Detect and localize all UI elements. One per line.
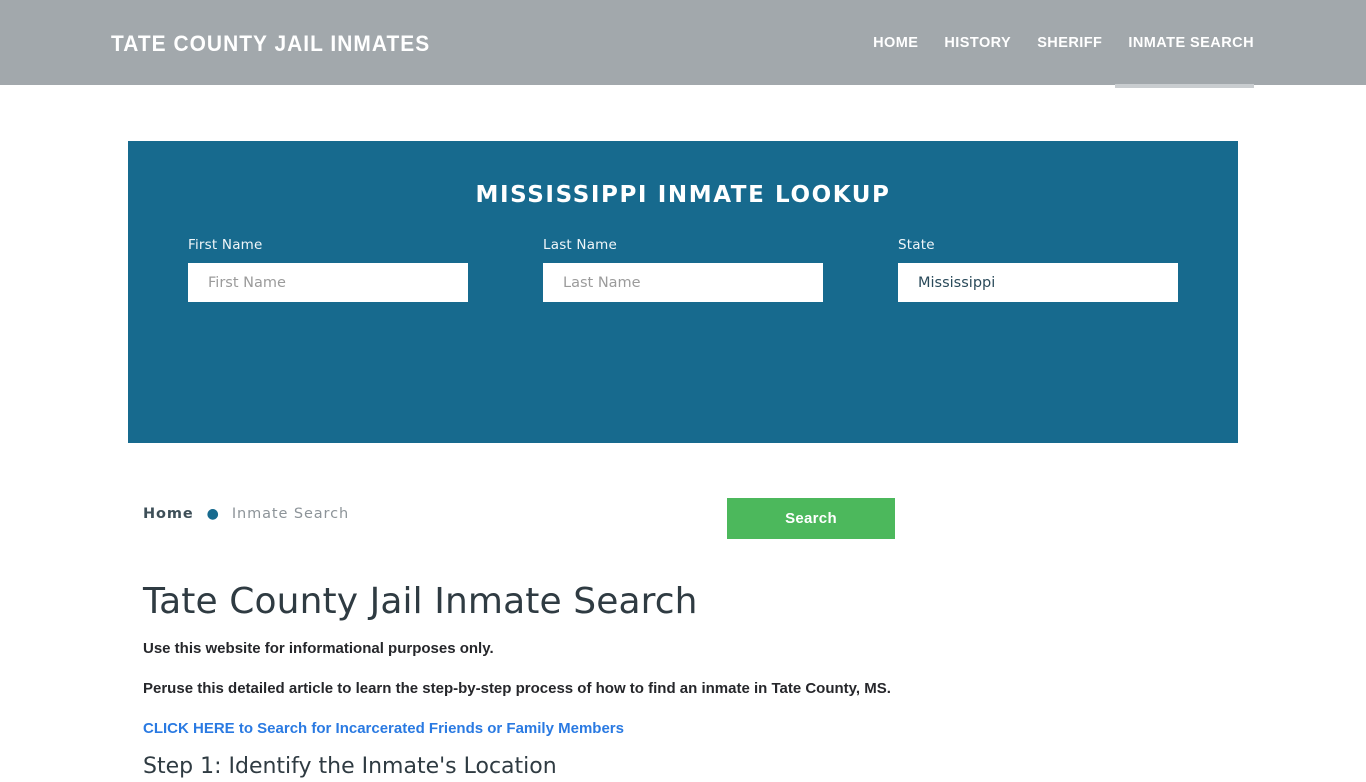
site-header: Tate County Jail Inmates Home History Sh… [0, 0, 1366, 88]
last-name-field-group: Last Name [543, 236, 823, 302]
breadcrumb-home-link[interactable]: Home [143, 506, 194, 522]
main-navigation: Home History Sheriff Inmate Search [860, 0, 1254, 88]
search-button[interactable]: Search [727, 498, 895, 539]
inmate-lookup-panel: Mississippi Inmate Lookup First Name Las… [128, 141, 1238, 539]
inmate-search-cta-link[interactable]: CLICK HERE to Search for Incarcerated Fr… [143, 718, 624, 740]
first-name-field-group: First Name [188, 236, 468, 302]
nav-item-history[interactable]: History [931, 0, 1024, 85]
nav-item-inmate-search[interactable]: Inmate Search [1115, 0, 1254, 88]
first-name-input[interactable] [188, 263, 468, 302]
intro-paragraph-2: Peruse this detailed article to learn th… [143, 680, 891, 697]
state-input[interactable] [898, 263, 1178, 302]
page-title: Tate County Jail Inmate Search [143, 581, 698, 622]
site-logo-text[interactable]: Tate County Jail Inmates [111, 30, 430, 58]
breadcrumb: Home ● Inmate Search [143, 506, 349, 522]
breadcrumb-current-page: Inmate Search [231, 506, 350, 522]
state-field-group: State [898, 236, 1178, 302]
nav-item-home[interactable]: Home [860, 0, 931, 85]
nav-item-sheriff[interactable]: Sheriff [1024, 0, 1115, 85]
last-name-label: Last Name [543, 237, 618, 253]
step-1-heading: Step 1: Identify the Inmate's Location [143, 754, 557, 779]
state-label: State [898, 237, 935, 253]
breadcrumb-separator-icon: ● [206, 506, 219, 522]
intro-paragraph-1: Use this website for informational purpo… [143, 640, 494, 657]
lookup-panel-title: Mississippi Inmate Lookup [475, 182, 891, 208]
first-name-label: First Name [188, 237, 263, 253]
last-name-input[interactable] [543, 263, 823, 302]
